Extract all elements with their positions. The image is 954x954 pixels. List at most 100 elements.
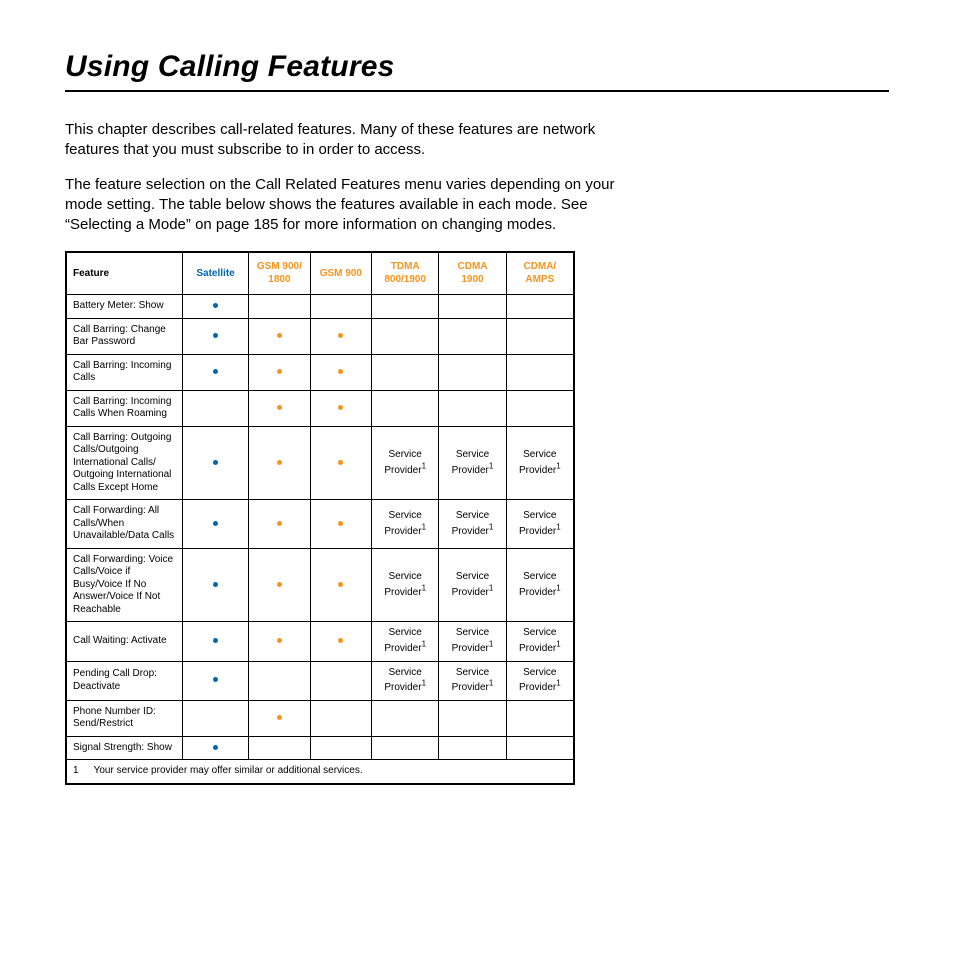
availability-cell	[249, 548, 310, 622]
availability-cell	[249, 295, 310, 319]
dot-blue-icon	[213, 582, 218, 587]
availability-cell	[182, 700, 248, 736]
service-provider-label: ServiceProvider1	[452, 449, 494, 476]
availability-cell	[249, 736, 310, 760]
service-provider-footnote-ref: 1	[422, 583, 426, 592]
availability-cell	[506, 700, 574, 736]
availability-cell	[182, 622, 248, 661]
availability-cell: ServiceProvider1	[372, 426, 439, 500]
availability-cell: ServiceProvider1	[506, 500, 574, 549]
availability-cell	[372, 354, 439, 390]
footnote-row: 1 Your service provider may offer simila…	[66, 760, 574, 784]
availability-cell	[310, 700, 371, 736]
availability-cell	[506, 295, 574, 319]
availability-cell: ServiceProvider1	[372, 622, 439, 661]
availability-cell	[249, 700, 310, 736]
dot-blue-icon	[213, 745, 218, 750]
availability-cell: ServiceProvider1	[372, 548, 439, 622]
availability-cell	[310, 548, 371, 622]
availability-cell	[439, 390, 506, 426]
dot-blue-icon	[213, 677, 218, 682]
feature-cell: Call Waiting: Activate	[66, 622, 182, 661]
availability-cell	[372, 390, 439, 426]
table-header-row: Feature Satellite GSM 900/ 1800 GSM 900 …	[66, 252, 574, 295]
title-rule	[65, 90, 889, 92]
table-row: Call Forwarding: All Calls/When Unavaila…	[66, 500, 574, 549]
availability-cell: ServiceProvider1	[506, 426, 574, 500]
availability-cell	[439, 295, 506, 319]
col-satellite: Satellite	[182, 252, 248, 295]
availability-cell	[182, 548, 248, 622]
features-table: Feature Satellite GSM 900/ 1800 GSM 900 …	[65, 251, 575, 785]
availability-cell	[310, 426, 371, 500]
feature-cell: Call Barring: Incoming Calls When Roamin…	[66, 390, 182, 426]
service-provider-label: ServiceProvider1	[519, 627, 561, 654]
service-provider-footnote-ref: 1	[489, 583, 493, 592]
service-provider-footnote-ref: 1	[489, 522, 493, 531]
availability-cell	[372, 700, 439, 736]
dot-orange-icon	[277, 638, 282, 643]
dot-blue-icon	[213, 460, 218, 465]
col-gsm-900-1800: GSM 900/ 1800	[249, 252, 310, 295]
dot-orange-icon	[277, 369, 282, 374]
table-row: Battery Meter: Show	[66, 295, 574, 319]
service-provider-footnote-ref: 1	[489, 461, 493, 470]
service-provider-label: ServiceProvider1	[384, 449, 426, 476]
service-provider-footnote-ref: 1	[422, 461, 426, 470]
dot-orange-icon	[277, 405, 282, 410]
service-provider-footnote-ref: 1	[422, 679, 426, 688]
dot-orange-icon	[277, 333, 282, 338]
intro-paragraph-2: The feature selection on the Call Relate…	[65, 175, 625, 236]
availability-cell	[182, 390, 248, 426]
feature-cell: Pending Call Drop: Deactivate	[66, 661, 182, 700]
availability-cell	[249, 500, 310, 549]
service-provider-label: ServiceProvider1	[384, 571, 426, 598]
dot-orange-icon	[277, 521, 282, 526]
service-provider-label: ServiceProvider1	[519, 667, 561, 694]
service-provider-label: ServiceProvider1	[519, 510, 561, 537]
availability-cell	[249, 661, 310, 700]
service-provider-footnote-ref: 1	[556, 522, 560, 531]
availability-cell: ServiceProvider1	[439, 426, 506, 500]
availability-cell	[310, 390, 371, 426]
availability-cell	[506, 318, 574, 354]
availability-cell: ServiceProvider1	[506, 622, 574, 661]
feature-cell: Call Forwarding: All Calls/When Unavaila…	[66, 500, 182, 549]
availability-cell	[372, 736, 439, 760]
service-provider-label: ServiceProvider1	[452, 510, 494, 537]
feature-cell: Call Barring: Change Bar Password	[66, 318, 182, 354]
dot-orange-icon	[277, 460, 282, 465]
availability-cell	[249, 622, 310, 661]
availability-cell	[372, 295, 439, 319]
dot-orange-icon	[338, 405, 343, 410]
service-provider-label: ServiceProvider1	[452, 627, 494, 654]
availability-cell	[310, 661, 371, 700]
availability-cell: ServiceProvider1	[439, 622, 506, 661]
availability-cell	[310, 736, 371, 760]
feature-cell: Phone Number ID: Send/Restrict	[66, 700, 182, 736]
availability-cell	[249, 318, 310, 354]
dot-blue-icon	[213, 303, 218, 308]
availability-cell	[310, 318, 371, 354]
availability-cell	[310, 500, 371, 549]
availability-cell	[310, 354, 371, 390]
availability-cell	[249, 390, 310, 426]
service-provider-label: ServiceProvider1	[384, 510, 426, 537]
footnote-text: Your service provider may offer similar …	[94, 765, 363, 776]
feature-cell: Call Barring: Incoming Calls	[66, 354, 182, 390]
availability-cell	[439, 354, 506, 390]
dot-orange-icon	[277, 582, 282, 587]
table-row: Call Barring: Incoming Calls	[66, 354, 574, 390]
availability-cell	[439, 700, 506, 736]
availability-cell	[182, 318, 248, 354]
service-provider-footnote-ref: 1	[556, 679, 560, 688]
service-provider-footnote-ref: 1	[422, 640, 426, 649]
service-provider-label: ServiceProvider1	[452, 571, 494, 598]
availability-cell	[182, 295, 248, 319]
availability-cell	[182, 426, 248, 500]
availability-cell: ServiceProvider1	[439, 500, 506, 549]
table-row: Call Forwarding: Voice Calls/Voice if Bu…	[66, 548, 574, 622]
availability-cell	[182, 354, 248, 390]
col-gsm-900: GSM 900	[310, 252, 371, 295]
col-tdma: TDMA 800/1900	[372, 252, 439, 295]
